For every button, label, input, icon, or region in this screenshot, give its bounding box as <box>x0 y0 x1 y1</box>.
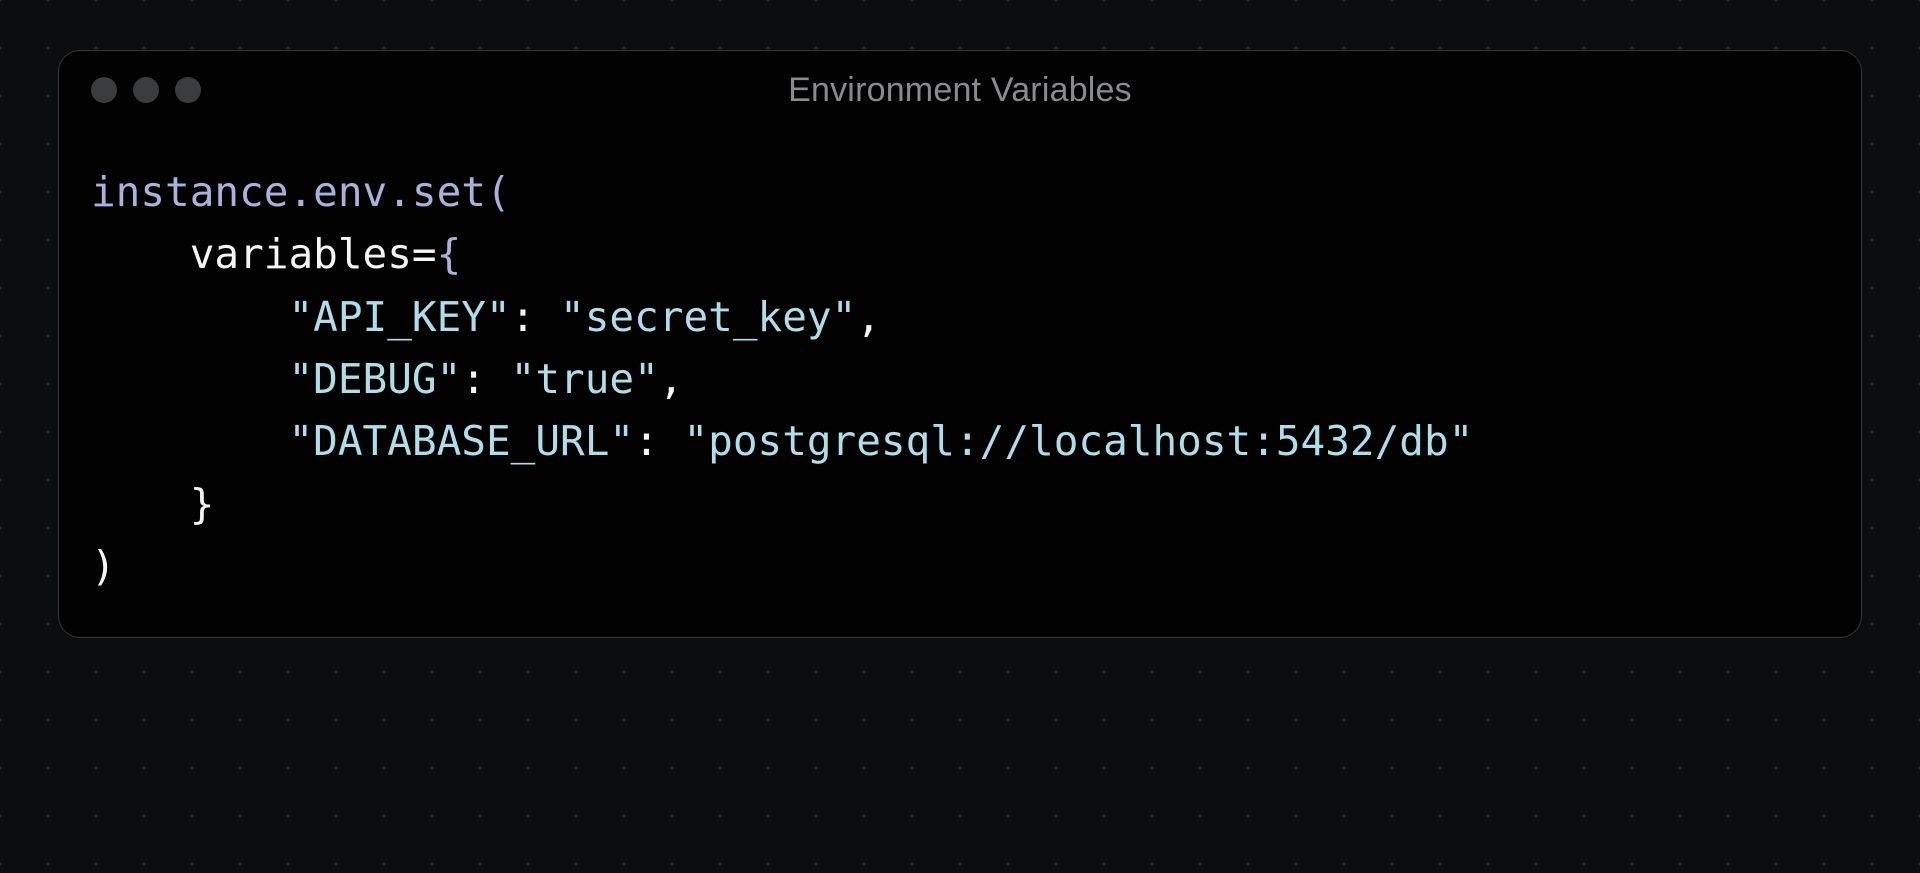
colon: : <box>511 293 536 341</box>
window-titlebar: Environment Variables <box>59 51 1861 109</box>
close-icon[interactable] <box>91 77 117 103</box>
maximize-icon[interactable] <box>175 77 201 103</box>
code-body: instance.env.set( variables={ "API_KEY":… <box>59 109 1861 637</box>
traffic-lights <box>91 77 201 103</box>
open-brace: { <box>437 230 462 278</box>
open-paren: ( <box>486 168 511 216</box>
env-value: "true" <box>511 355 659 403</box>
env-key: "API_KEY" <box>288 293 510 341</box>
code-kwarg-name: variables <box>190 230 412 278</box>
window-title: Environment Variables <box>59 71 1861 110</box>
colon: : <box>461 355 486 403</box>
minimize-icon[interactable] <box>133 77 159 103</box>
env-value: "secret_key" <box>560 293 856 341</box>
env-value: "postgresql://localhost:5432/db" <box>683 417 1473 465</box>
comma: , <box>659 355 684 403</box>
close-brace: } <box>190 480 215 528</box>
equals-sign: = <box>412 230 437 278</box>
code-window: Environment Variables instance.env.set( … <box>58 50 1862 638</box>
env-key: "DEBUG" <box>288 355 461 403</box>
code-call-target: instance.env.set <box>91 168 486 216</box>
colon: : <box>634 417 659 465</box>
close-paren: ) <box>91 542 116 590</box>
env-key: "DATABASE_URL" <box>288 417 634 465</box>
comma: , <box>856 293 881 341</box>
